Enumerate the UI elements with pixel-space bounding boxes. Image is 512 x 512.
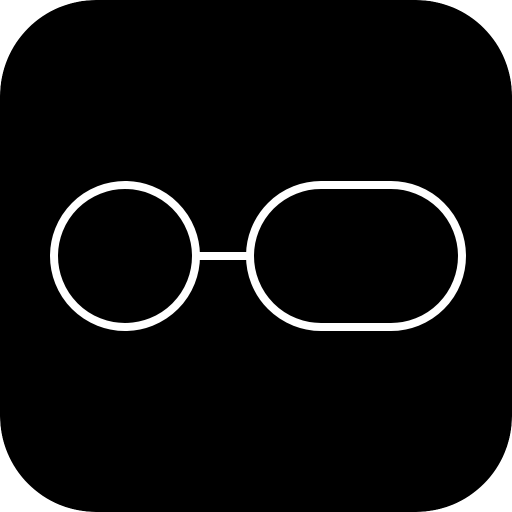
icon-background bbox=[0, 0, 512, 512]
glasses-icon bbox=[0, 0, 512, 512]
app-icon[interactable] bbox=[0, 0, 512, 512]
